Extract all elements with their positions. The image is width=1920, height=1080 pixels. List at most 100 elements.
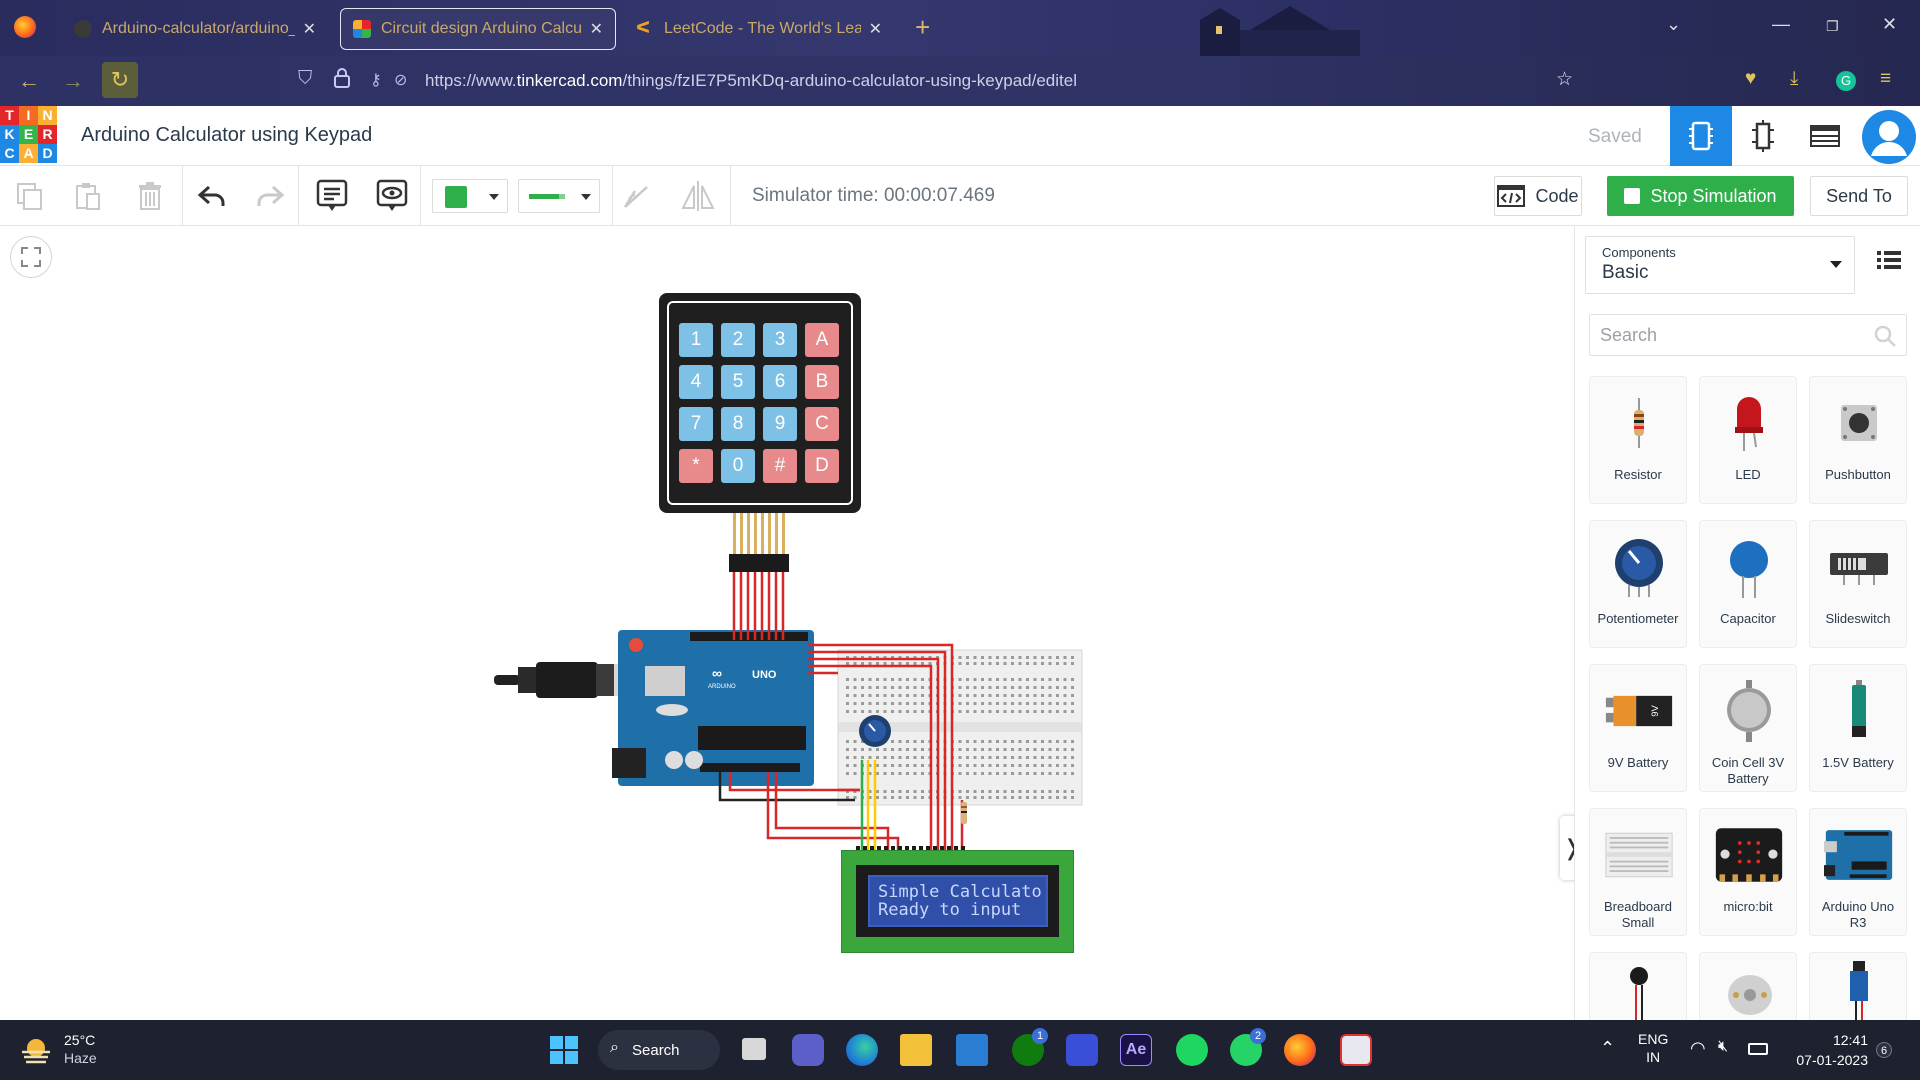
component-card-capacitor[interactable]: Capacitor xyxy=(1699,520,1797,648)
component-card-pushbutton[interactable]: Pushbutton xyxy=(1809,376,1907,504)
breadboard-hole xyxy=(883,748,887,751)
components-value: Basic xyxy=(1602,262,1649,283)
breadboard-hole xyxy=(1041,756,1044,759)
breadboard-hole xyxy=(966,662,969,665)
component-list-button[interactable] xyxy=(1794,106,1856,166)
keypad-key-3[interactable]: 3 xyxy=(763,323,797,357)
keypad-key-4[interactable]: 4 xyxy=(679,365,713,399)
component-card-servo[interactable] xyxy=(1809,952,1907,1021)
restore-icon[interactable]: ❐ xyxy=(1826,18,1839,35)
component-card-aa-battery[interactable]: 1.5V Battery xyxy=(1809,664,1907,792)
breadboard-hole xyxy=(1048,790,1052,793)
breadboard-hole xyxy=(883,772,887,775)
weather-widget[interactable]: 25°C Haze xyxy=(20,1030,140,1070)
show-hidden-icons-chevron-icon[interactable]: ⌃ xyxy=(1600,1038,1615,1059)
tab-list-chevron-icon[interactable]: ⌄ xyxy=(1666,14,1681,35)
breadboard-hole xyxy=(883,678,887,681)
components-category-select[interactable]: Components Basic xyxy=(1585,236,1855,294)
stop-simulation-button[interactable]: Stop Simulation xyxy=(1607,176,1794,216)
breadboard-hole xyxy=(898,662,902,665)
user-avatar[interactable] xyxy=(1862,110,1916,164)
component-card-9v-battery[interactable]: 9V 9V Battery xyxy=(1589,664,1687,792)
keypad-key-5[interactable]: 5 xyxy=(721,365,755,399)
notification-badge[interactable]: 6 xyxy=(1876,1042,1892,1058)
keypad-key-c[interactable]: C xyxy=(805,407,839,441)
breadboard-hole xyxy=(898,748,902,751)
keypad-key-star[interactable]: * xyxy=(679,449,713,483)
start-button[interactable] xyxy=(548,1034,580,1066)
keypad-key-b[interactable]: B xyxy=(805,365,839,399)
breadboard-hole xyxy=(891,694,894,697)
breadboard-hole xyxy=(913,772,917,775)
component-card-arduino-uno[interactable]: Arduino Uno R3 xyxy=(1809,808,1907,936)
minimize-icon[interactable]: — xyxy=(1772,14,1790,35)
volume-muted-icon[interactable]: 🔇︎ xyxy=(1718,1038,1728,1056)
breadboard-hole xyxy=(1033,656,1037,659)
send-to-button[interactable]: Send To xyxy=(1810,176,1908,216)
schematic-view-button[interactable] xyxy=(1732,106,1794,166)
firefox-icon[interactable] xyxy=(1284,1034,1316,1066)
task-view-icon[interactable] xyxy=(742,1038,766,1060)
component-card-resistor[interactable]: Resistor xyxy=(1589,376,1687,504)
battery-icon[interactable] xyxy=(1748,1043,1768,1055)
resistor-icon xyxy=(1604,391,1674,455)
breadboard-hole xyxy=(1071,740,1074,743)
arduino-infinity-logo: ∞ xyxy=(712,665,722,681)
breadboard-hole xyxy=(876,662,879,665)
component-card-potentiometer[interactable]: Potentiometer xyxy=(1589,520,1687,648)
keypad-key-d[interactable]: D xyxy=(805,449,839,483)
teams-meet-icon[interactable] xyxy=(792,1034,824,1066)
component-search-input[interactable]: Search xyxy=(1589,314,1907,356)
app-icon[interactable] xyxy=(1066,1034,1098,1066)
arduino-uno-board[interactable]: UNO ARDUINO ∞ xyxy=(612,630,814,786)
taskbar-search[interactable]: ⌕ Search xyxy=(598,1030,720,1070)
keypad-key-1[interactable]: 1 xyxy=(679,323,713,357)
keypad-key-hash[interactable]: # xyxy=(763,449,797,483)
arduino-uno-label: UNO xyxy=(752,669,777,681)
breadboard-hole xyxy=(973,772,977,775)
component-card-breadboard-small[interactable]: Breadboard Small xyxy=(1589,808,1687,936)
breadboard-hole xyxy=(853,756,857,759)
breadboard-hole xyxy=(928,662,932,665)
keypad-4x4[interactable]: 1 2 3 A 4 5 6 B 7 8 9 C * 0 # D xyxy=(659,293,861,513)
breadboard-hole xyxy=(973,748,977,751)
hamburger-menu-icon[interactable]: ≡ xyxy=(1880,68,1891,90)
resistor-component[interactable] xyxy=(961,802,967,824)
breadboard-hole xyxy=(1033,662,1037,665)
edge-icon[interactable] xyxy=(846,1034,878,1066)
after-effects-icon[interactable]: Ae xyxy=(1120,1034,1152,1066)
list-view-button[interactable] xyxy=(1877,250,1901,275)
breadboard-hole xyxy=(906,748,909,751)
potentiometer-icon xyxy=(1604,535,1674,599)
keypad-key-9[interactable]: 9 xyxy=(763,407,797,441)
breadboard-hole xyxy=(1041,686,1044,689)
wifi-icon[interactable]: ◠ xyxy=(1690,1038,1706,1059)
component-card-microbit[interactable]: micro:bit xyxy=(1699,808,1797,936)
keypad-key-2[interactable]: 2 xyxy=(721,323,755,357)
potentiometer-component[interactable] xyxy=(859,715,891,747)
file-explorer-icon[interactable] xyxy=(900,1034,932,1066)
window-close-icon[interactable]: ✕ xyxy=(1882,14,1897,35)
circuit-view-button[interactable] xyxy=(1670,106,1732,166)
component-card-vibration-motor[interactable] xyxy=(1589,952,1687,1021)
grammarly-icon[interactable]: G xyxy=(1836,71,1856,91)
clock[interactable]: 12:41 07-01-2023 xyxy=(1792,1030,1868,1070)
component-card-slideswitch[interactable]: Slideswitch xyxy=(1809,520,1907,648)
breadboard-hole xyxy=(1003,678,1007,681)
language-indicator[interactable]: ENG IN xyxy=(1638,1030,1668,1066)
component-card-coin-cell[interactable]: Coin Cell 3V Battery xyxy=(1699,664,1797,792)
download-icon[interactable]: ⤓ xyxy=(1790,68,1798,90)
snipping-tool-icon[interactable] xyxy=(1340,1034,1372,1066)
keypad-key-a[interactable]: A xyxy=(805,323,839,357)
component-card-dc-motor[interactable] xyxy=(1699,952,1797,1020)
breadboard-hole xyxy=(1071,702,1074,705)
keypad-key-8[interactable]: 8 xyxy=(721,407,755,441)
keypad-key-6[interactable]: 6 xyxy=(763,365,797,399)
pocket-icon[interactable]: ♥ xyxy=(1745,68,1756,90)
mail-icon[interactable] xyxy=(956,1034,988,1066)
lcd-16x2-display[interactable]: Simple Calculato Ready to input xyxy=(841,850,1074,953)
component-card-led[interactable]: LED xyxy=(1699,376,1797,504)
spotify-icon[interactable] xyxy=(1176,1034,1208,1066)
keypad-key-7[interactable]: 7 xyxy=(679,407,713,441)
keypad-key-0[interactable]: 0 xyxy=(721,449,755,483)
